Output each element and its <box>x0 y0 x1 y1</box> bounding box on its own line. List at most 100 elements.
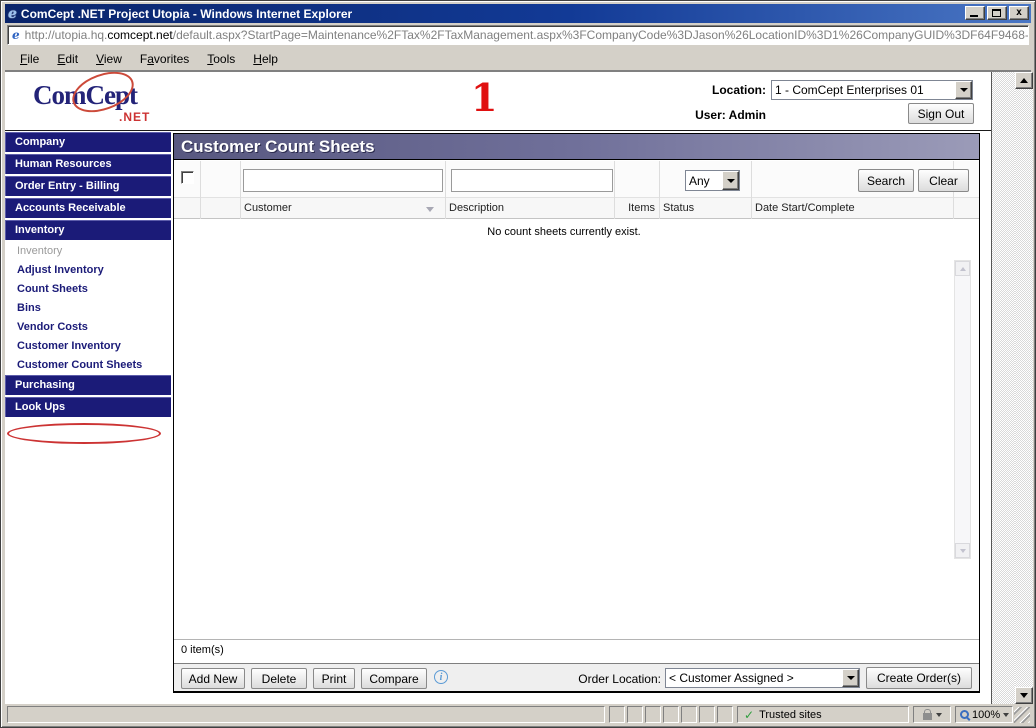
select-all-checkbox[interactable] <box>181 171 194 184</box>
sidebar-subitem-count-sheets[interactable]: Count Sheets <box>5 280 171 299</box>
sort-descending-icon <box>426 207 434 212</box>
trusted-check-icon: ✓ <box>744 708 754 722</box>
table-header-row <box>174 198 979 219</box>
sidebar-subitem-customer-count-sheets[interactable]: Customer Count Sheets <box>5 356 171 375</box>
annotation-callout-1: 1 <box>471 80 497 116</box>
magnifier-icon <box>960 710 969 719</box>
column-separator <box>240 161 241 219</box>
print-button[interactable]: Print <box>313 668 355 689</box>
create-orders-button[interactable]: Create Order(s) <box>866 667 972 689</box>
menu-favorites[interactable]: Favorites <box>131 49 198 69</box>
protected-mode-pane[interactable] <box>913 706 951 723</box>
sidebar-item-order-entry-billing[interactable]: Order Entry - Billing <box>5 176 171 196</box>
address-input[interactable]: e http://utopia.hq.comcept.net/default.a… <box>7 25 1029 45</box>
zoom-dropdown-icon <box>1003 713 1009 717</box>
maximize-icon <box>992 9 1001 17</box>
browser-window: e ComCept .NET Project Utopia - Windows … <box>0 0 1036 728</box>
menu-help[interactable]: Help <box>244 49 287 69</box>
scroll-down-icon[interactable] <box>955 543 970 558</box>
column-header-date[interactable]: Date Start/Complete <box>755 202 855 214</box>
page-header: ComCept .NET 1 Location: 1 - ComCept Ent… <box>5 72 991 131</box>
order-location-value: < Customer Assigned > <box>666 671 842 685</box>
address-bar: e http://utopia.hq.comcept.net/default.a… <box>5 24 1031 47</box>
list-scrollbar[interactable] <box>954 260 971 559</box>
status-filter-select[interactable]: Any <box>685 170 740 191</box>
column-header-customer[interactable]: Customer <box>244 202 292 214</box>
url-prefix: http://utopia.hq. <box>25 28 108 42</box>
zoom-pane[interactable]: 100% <box>955 706 1013 723</box>
url-path: /default.aspx?StartPage=Maintenance%2FTa… <box>173 28 1029 42</box>
sidebar-subitem-bins[interactable]: Bins <box>5 299 171 318</box>
ie-logo-icon: e <box>8 6 17 22</box>
column-separator <box>659 161 660 219</box>
compare-button[interactable]: Compare <box>361 668 427 689</box>
status-bar: ✓ Trusted sites 100% <box>5 704 1031 724</box>
search-button[interactable]: Search <box>858 169 914 192</box>
status-filter-value: Any <box>686 174 722 188</box>
column-separator <box>751 161 752 219</box>
clear-button[interactable]: Clear <box>918 169 969 192</box>
status-dropdown-icon[interactable] <box>722 171 739 190</box>
location-value: 1 - ComCept Enterprises 01 <box>772 83 955 97</box>
sidebar-subitem-customer-inventory[interactable]: Customer Inventory <box>5 337 171 356</box>
column-header-items[interactable]: Items <box>614 202 655 214</box>
status-pane <box>627 706 643 723</box>
order-location-select[interactable]: < Customer Assigned > <box>665 668 860 688</box>
window-scrollbar[interactable] <box>1015 72 1033 704</box>
page-favicon-icon: e <box>12 28 20 42</box>
sidebar-subitem-vendor-costs[interactable]: Vendor Costs <box>5 318 171 337</box>
sidebar-item-look-ups[interactable]: Look Ups <box>5 397 171 417</box>
order-location-dropdown-icon[interactable] <box>842 669 859 687</box>
sidebar-item-accounts-receivable[interactable]: Accounts Receivable <box>5 198 171 218</box>
divider <box>174 639 979 640</box>
title-bar[interactable]: e ComCept .NET Project Utopia - Windows … <box>5 4 1031 23</box>
menu-view[interactable]: View <box>87 49 131 69</box>
url-text: http://utopia.hq.comcept.net/default.asp… <box>25 28 1029 42</box>
sign-out-button[interactable]: Sign Out <box>908 103 974 124</box>
sidebar-nav: Company Human Resources Order Entry - Bi… <box>5 132 171 419</box>
location-dropdown-icon[interactable] <box>955 81 972 99</box>
sidebar-item-company[interactable]: Company <box>5 132 171 152</box>
customer-filter-input[interactable] <box>243 169 443 192</box>
status-pane <box>609 706 625 723</box>
add-new-button[interactable]: Add New <box>181 668 245 689</box>
sidebar-item-inventory[interactable]: Inventory <box>5 220 171 240</box>
close-button[interactable]: x <box>1009 6 1029 20</box>
user-label: User: Admin <box>641 108 766 122</box>
sidebar-subitem-inventory: Inventory <box>5 242 171 261</box>
minimize-button[interactable] <box>965 6 985 20</box>
scrollbar-up-icon[interactable] <box>1015 72 1033 89</box>
url-domain: comcept.net <box>107 28 172 42</box>
resize-grip[interactable] <box>1014 707 1030 723</box>
trusted-sites-label: Trusted sites <box>759 709 822 721</box>
maximize-button[interactable] <box>987 6 1007 20</box>
scrollbar-down-icon[interactable] <box>1015 687 1033 704</box>
zone-dropdown-icon <box>936 713 942 717</box>
page-gutter <box>991 72 1015 704</box>
scroll-up-icon[interactable] <box>955 261 970 276</box>
delete-button[interactable]: Delete <box>251 668 307 689</box>
zoom-level: 100% <box>972 709 1000 721</box>
status-pane <box>645 706 661 723</box>
sidebar-item-human-resources[interactable]: Human Resources <box>5 154 171 174</box>
info-icon[interactable]: i <box>434 670 448 684</box>
sidebar-item-purchasing[interactable]: Purchasing <box>5 375 171 395</box>
location-select[interactable]: 1 - ComCept Enterprises 01 <box>771 80 973 100</box>
status-pane <box>717 706 733 723</box>
logo-net-label: .NET <box>119 110 150 124</box>
menu-tools[interactable]: Tools <box>198 49 244 69</box>
description-filter-input[interactable] <box>451 169 613 192</box>
menu-edit[interactable]: Edit <box>48 49 87 69</box>
sidebar-subitem-adjust-inventory[interactable]: Adjust Inventory <box>5 261 171 280</box>
location-label: Location: <box>641 83 766 97</box>
window-title: ComCept .NET Project Utopia - Windows In… <box>21 7 352 21</box>
menu-bar: File Edit View Favorites Tools Help <box>5 47 1031 71</box>
column-header-description[interactable]: Description <box>449 202 504 214</box>
menu-file[interactable]: File <box>11 49 48 69</box>
status-pane <box>699 706 715 723</box>
status-pane-main <box>7 706 605 723</box>
empty-message: No count sheets currently exist. <box>174 226 954 238</box>
lock-icon <box>923 713 932 720</box>
browser-viewport: ComCept .NET 1 Location: 1 - ComCept Ent… <box>5 71 1031 704</box>
column-header-status[interactable]: Status <box>663 202 694 214</box>
